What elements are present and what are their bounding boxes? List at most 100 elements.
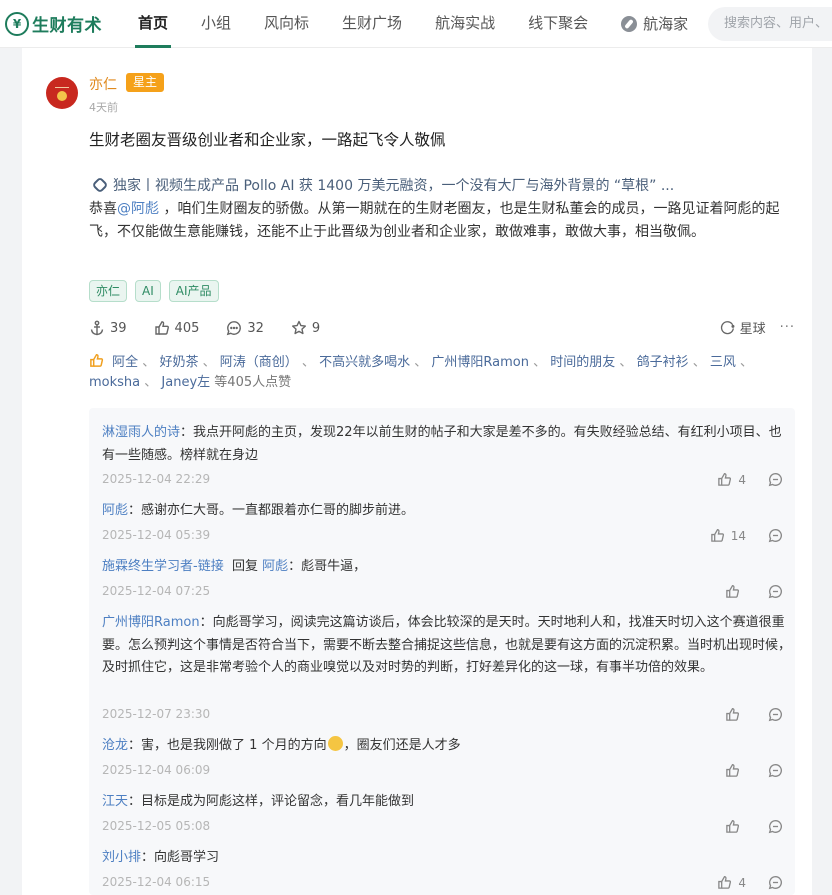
commenter-name[interactable]: 刘小排 — [102, 850, 141, 865]
liker-separator: 、 — [144, 375, 158, 390]
compass-icon — [621, 15, 638, 32]
comment-time: 2025-12-04 06:15 — [102, 875, 211, 889]
xingqiu-label: 星球 — [739, 322, 766, 337]
nav-hanghaijia[interactable]: 航海家 — [618, 0, 691, 48]
comment-item: 广州博阳Ramon：向彪哥学习，阅读完这篇访谈后，体会比较深的是天时。天时地利人… — [102, 612, 792, 680]
reply-icon[interactable] — [768, 528, 783, 543]
author-name[interactable]: 亦仁 — [89, 74, 117, 94]
commenter-name[interactable]: 阿彪 — [102, 503, 128, 518]
tag[interactable]: AI — [135, 280, 161, 302]
nav-offline[interactable]: 线下聚会 — [525, 0, 591, 48]
liker[interactable]: 不高兴就多喝水 — [319, 355, 410, 370]
article-link[interactable]: 独家丨视频生成产品 Pollo AI 获 1400 万美元融资，一个没有大厂与海… — [91, 175, 675, 195]
comment-colon: ： — [128, 794, 142, 809]
liker[interactable]: moksha — [89, 375, 140, 390]
nav-groups[interactable]: 小组 — [198, 0, 234, 48]
thumbs-up-icon — [718, 876, 732, 889]
comment-like-button[interactable]: 4 — [717, 472, 746, 487]
comment-like-button[interactable]: 4 — [717, 875, 746, 890]
anchor-button[interactable]: 39 — [89, 320, 127, 336]
comment-item: 江天：目标是成为阿彪这样，评论留念，看几年能做到 — [102, 791, 792, 814]
search-input[interactable]: 搜索内容、用户、 — [708, 7, 832, 41]
comment-like-button[interactable] — [725, 763, 746, 778]
liker[interactable]: 广州博阳Ramon — [431, 355, 529, 370]
anchor-icon — [90, 320, 104, 336]
logo[interactable]: ¥ 生财有术 — [5, 11, 125, 36]
liker-separator: 、 — [202, 355, 216, 370]
thumbs-up-icon — [726, 708, 740, 721]
comment-text: 刘小排：向彪哥学习 — [102, 847, 792, 870]
liker-separator: 、 — [301, 355, 315, 370]
commenter-name[interactable]: 广州博阳Ramon — [102, 615, 200, 630]
comment-like-button[interactable]: 14 — [710, 528, 746, 543]
reply-icon[interactable] — [768, 763, 783, 778]
liker[interactable]: Janey左 — [161, 375, 210, 390]
comment-button[interactable]: 32 — [226, 320, 264, 336]
commenter-name[interactable]: 淋湿雨人的诗 — [102, 425, 180, 440]
comment-ops: 4 — [717, 875, 783, 890]
nav-home[interactable]: 首页 — [135, 0, 172, 48]
comment-ops — [725, 763, 783, 778]
anchor-count: 39 — [110, 320, 127, 336]
liker[interactable]: 时间的朋友 — [550, 355, 615, 370]
comment-body-end: ，圈友们还是人才多 — [343, 738, 461, 753]
comment-ops — [725, 819, 783, 834]
comment-like-button[interactable] — [725, 819, 746, 834]
thumbs-up-icon — [726, 820, 740, 833]
reply-icon[interactable] — [768, 707, 783, 722]
nav-square[interactable]: 生财广场 — [339, 0, 405, 48]
nav-voyage[interactable]: 航海实战 — [432, 0, 498, 48]
action-right: 星球 ··· — [720, 318, 795, 337]
comment-time: 2025-12-04 05:39 — [102, 528, 211, 542]
post-body: 恭喜@阿彪 ，咱们生财圈友的骄傲。从第一期就在的生财老圈友，也是生财私董会的成员… — [89, 198, 795, 243]
liker[interactable]: 鸽子衬衫 — [637, 355, 689, 370]
owner-badge: 星主 — [126, 73, 165, 92]
comment-ops: 4 — [717, 472, 783, 487]
comment-icon — [227, 321, 242, 336]
nav-trends[interactable]: 风向标 — [261, 0, 312, 48]
comment-like-count: 4 — [738, 472, 746, 487]
commenter-name[interactable]: 江天 — [102, 794, 128, 809]
commenter-name[interactable]: 施霖终生学习者-链接 — [102, 559, 224, 574]
more-button[interactable]: ··· — [780, 320, 795, 335]
post-title: 生财老圈友晋级创业者和企业家，一路起飞令人敬佩 — [89, 131, 446, 149]
liker[interactable]: 好奶茶 — [159, 355, 198, 370]
reply-icon[interactable] — [768, 472, 783, 487]
comment-like-button[interactable] — [725, 707, 746, 722]
liker-separator: 、 — [692, 355, 706, 370]
comment-colon: ： — [128, 503, 142, 518]
like-button[interactable]: 405 — [154, 320, 200, 336]
post-time: 4天前 — [89, 101, 118, 114]
tag[interactable]: AI产品 — [168, 280, 219, 302]
avatar[interactable] — [46, 77, 78, 109]
thumbs-up-icon — [710, 529, 724, 542]
comment-ops — [725, 707, 783, 722]
top-nav: ¥ 生财有术 首页 小组 风向标 生财广场 航海实战 线下聚会 航海家 搜索内容… — [0, 0, 832, 48]
comment-ops — [725, 584, 783, 599]
like-count: 405 — [174, 320, 200, 336]
reply-icon[interactable] — [768, 875, 783, 890]
likes-total: 等405人点赞 — [214, 375, 292, 390]
mention-link[interactable]: @阿彪 — [117, 201, 159, 217]
favorite-button[interactable]: 9 — [291, 320, 320, 336]
tag[interactable]: 亦仁 — [89, 280, 128, 302]
reply-icon[interactable] — [768, 584, 783, 599]
liker[interactable]: 阿全 — [112, 355, 138, 370]
liker[interactable]: 阿涛（商创） — [220, 355, 298, 370]
comment-like-button[interactable] — [725, 584, 746, 599]
article-link-text: 独家丨视频生成产品 Pollo AI 获 1400 万美元融资，一个没有大厂与海… — [113, 178, 675, 194]
liker-separator: 、 — [619, 355, 633, 370]
liker-separator: 、 — [414, 355, 428, 370]
comment-text: 广州博阳Ramon：向彪哥学习，阅读完这篇访谈后，体会比较深的是天时。天时地利人… — [102, 612, 792, 680]
comment-body: 彪哥牛逼， — [301, 559, 367, 574]
commenter-name[interactable]: 沧龙 — [102, 738, 128, 753]
comment-colon: ： — [128, 738, 142, 753]
reply-target[interactable]: 阿彪 — [262, 559, 288, 574]
tag-list: 亦仁 AI AI产品 — [89, 280, 227, 302]
comment-colon: ： — [180, 425, 194, 440]
reply-word: 回复 — [231, 559, 258, 574]
reply-icon[interactable] — [768, 819, 783, 834]
xingqiu-button[interactable]: 星球 — [720, 318, 766, 337]
liker[interactable]: 三风 — [710, 355, 736, 370]
liker-separator: 、 — [740, 355, 754, 370]
